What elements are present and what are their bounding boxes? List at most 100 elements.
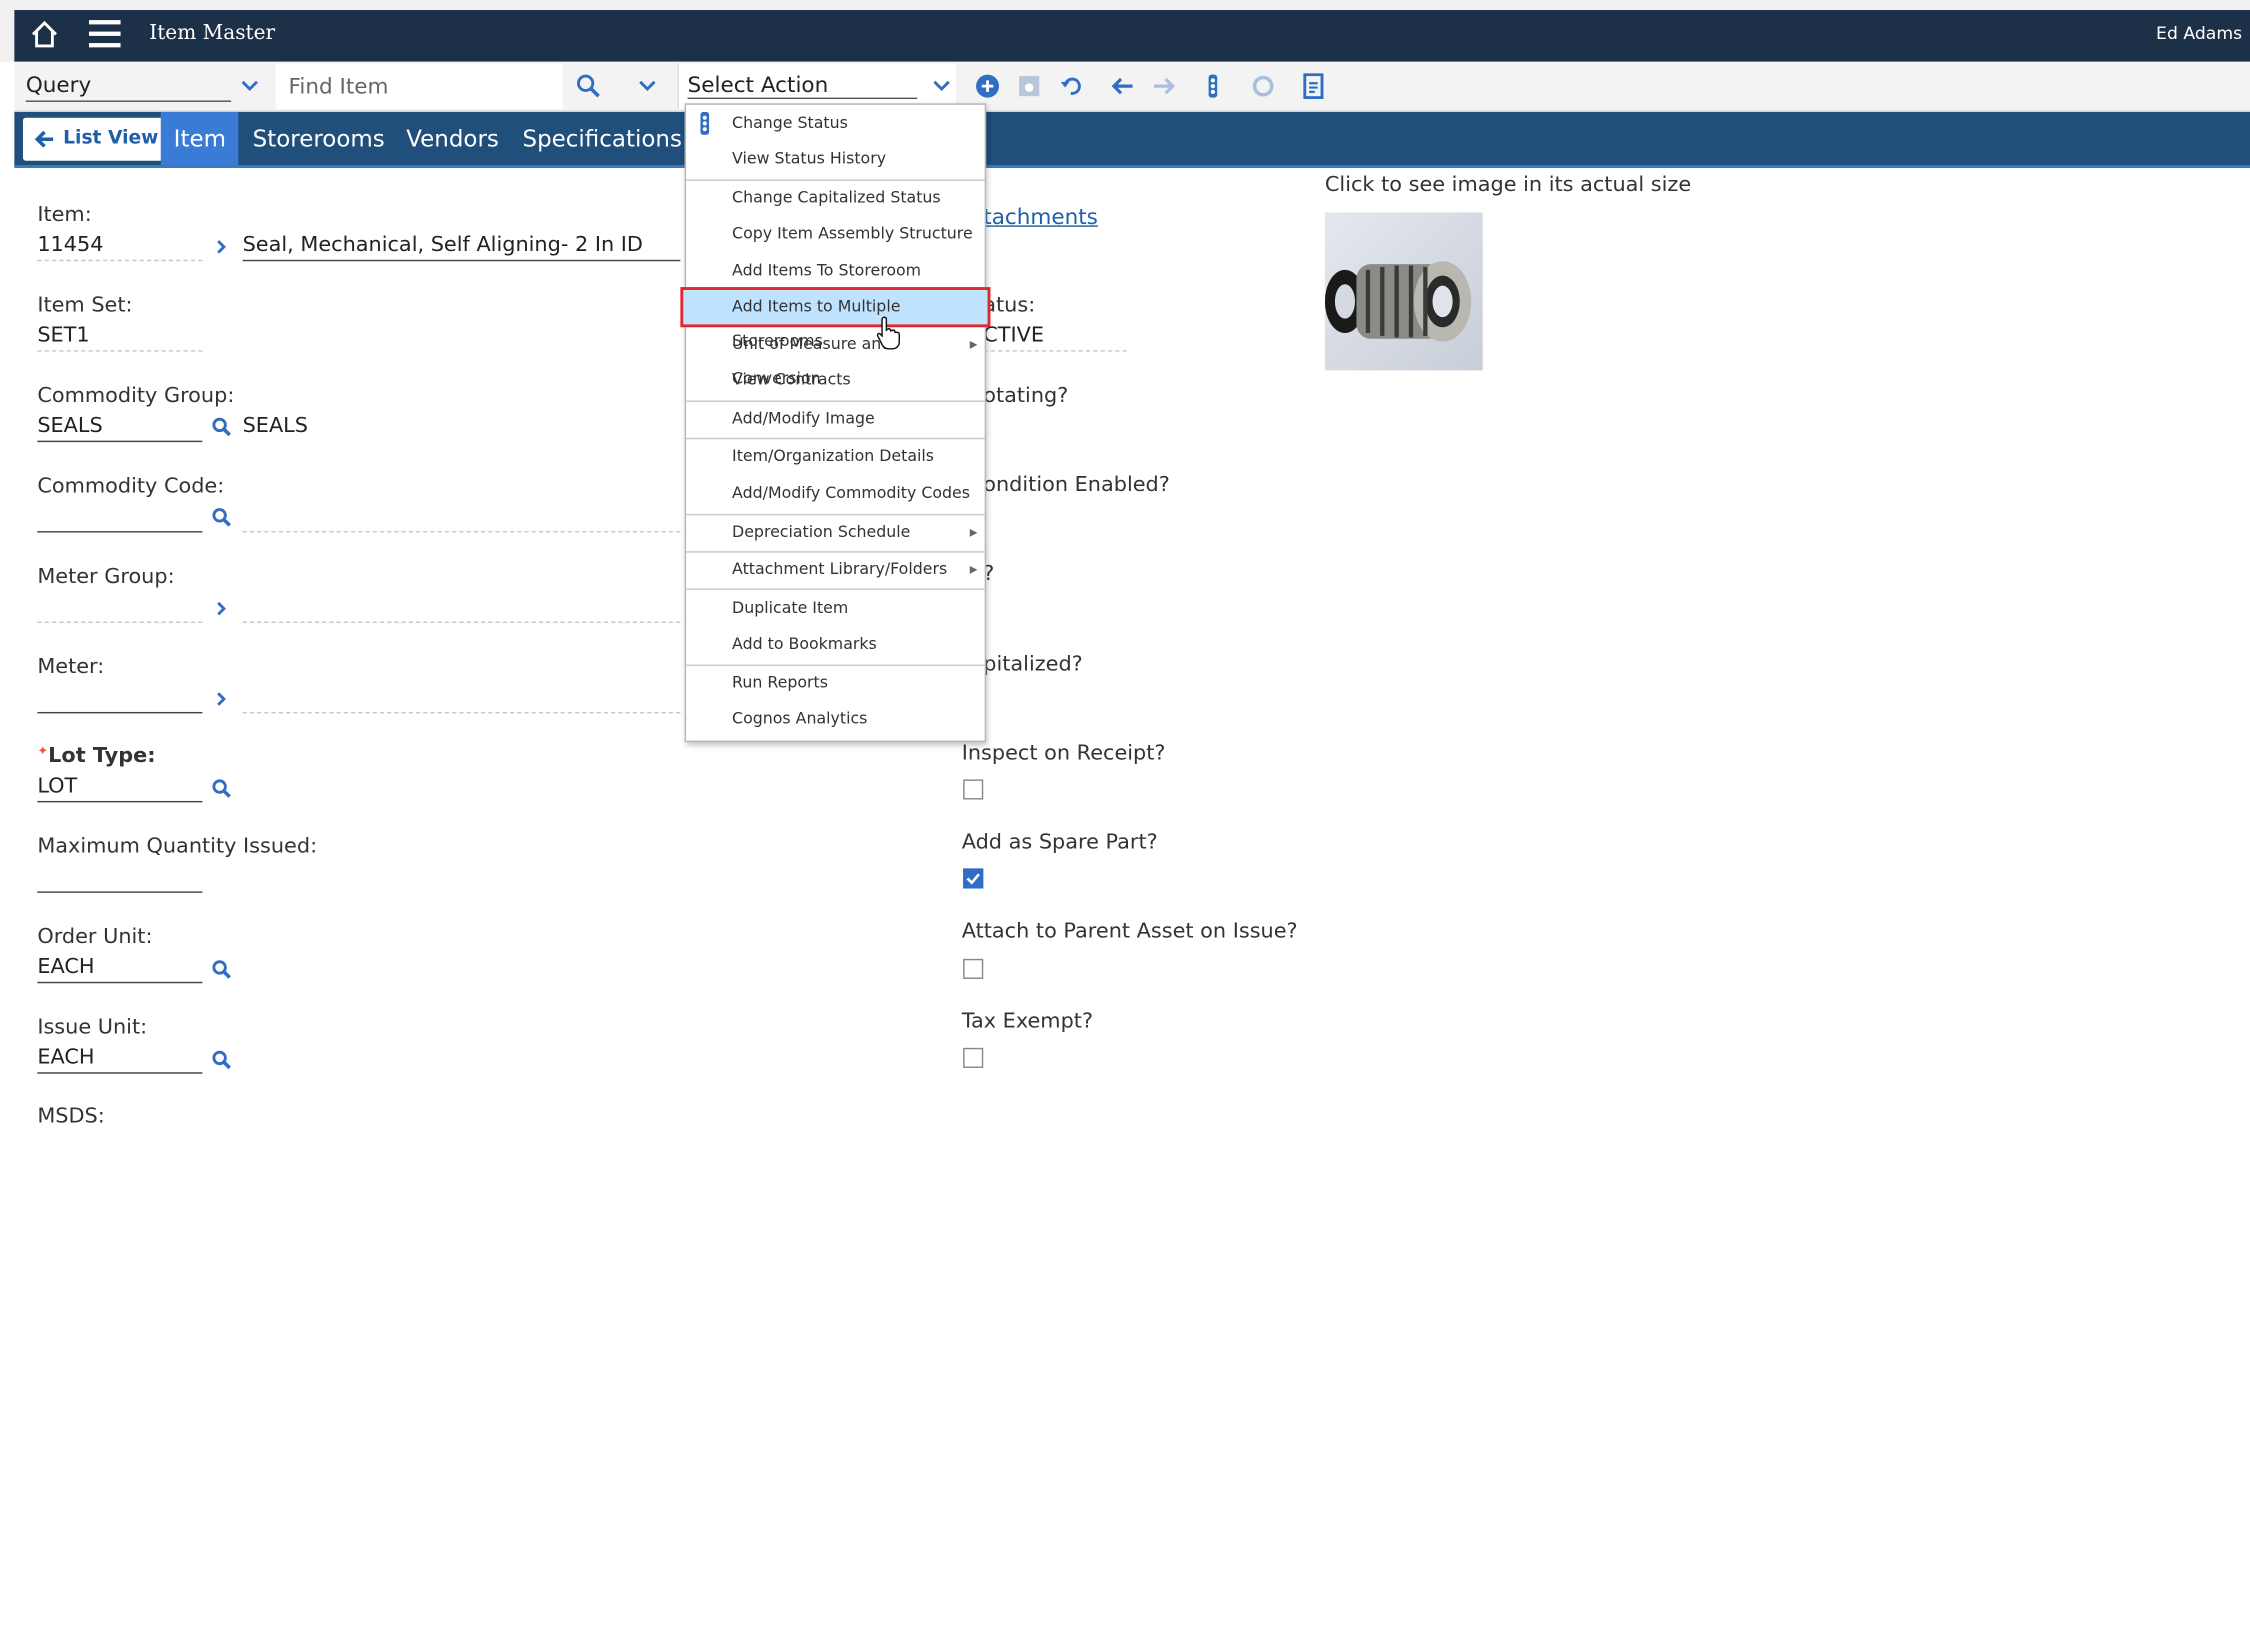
chevron-right-icon[interactable] [211, 599, 231, 619]
chevron-down-icon[interactable] [240, 76, 260, 96]
tab-list-view[interactable]: List View [22, 117, 173, 161]
inspect-on-receipt-checkbox[interactable] [963, 779, 984, 800]
msds-label: MSDS: [37, 1105, 105, 1129]
menu-item-cognos-analytics[interactable]: Cognos Analytics [686, 702, 985, 736]
menu-item-change-capitalized-status[interactable]: Change Capitalized Status [686, 181, 985, 215]
query-select[interactable]: Query [25, 69, 232, 102]
add-as-spare-part-checkbox[interactable] [963, 868, 984, 889]
item-set-field: SET1 [37, 322, 203, 352]
meter-group-description [242, 593, 681, 623]
tab-vendors[interactable]: Vendors [406, 112, 499, 165]
find-item-input[interactable]: Find Item [275, 63, 563, 110]
item-field[interactable]: 11454 [37, 231, 203, 262]
checkmark-icon [966, 873, 980, 885]
lookup-icon[interactable] [211, 1049, 231, 1070]
traffic-light-icon[interactable] [1200, 73, 1226, 99]
attach-parent-asset-label: Attach to Parent Asset on Issue? [961, 920, 1298, 944]
refresh-icon[interactable] [1250, 73, 1276, 99]
tab-bar: List View Item Storerooms Vendors Specif… [14, 111, 2250, 168]
issue-unit-label: Issue Unit: [37, 1016, 148, 1040]
menu-item-add-items-to-storeroom[interactable]: Add Items To Storeroom [686, 254, 985, 288]
commodity-group-field[interactable]: SEALS [37, 412, 203, 443]
save-icon[interactable] [1016, 73, 1042, 99]
lot-type-label-text: Lot Type: [48, 744, 156, 768]
condition-enabled-label: ondition Enabled? [983, 473, 1170, 497]
issue-unit-field[interactable]: EACH [37, 1044, 203, 1074]
tab-specifications[interactable]: Specifications [522, 112, 681, 165]
order-unit-field[interactable]: EACH [37, 953, 203, 984]
menu-item-add-items-to-multiple-storerooms[interactable]: Add Items to Multiple Storerooms [680, 287, 991, 350]
toolbar: Query Find Item Select Action [14, 61, 2250, 112]
menu-item-item-organization-details[interactable]: Item/Organization Details [686, 439, 985, 473]
menu-separator [686, 588, 985, 590]
meter-group-field[interactable] [37, 593, 203, 623]
item-description-field[interactable]: Seal, Mechanical, Self Aligning- 2 In ID [242, 231, 681, 262]
menu-item-add-modify-commodity-codes[interactable]: Add/Modify Commodity Codes [686, 477, 985, 511]
chevron-right-icon[interactable] [211, 689, 231, 709]
chevron-down-icon[interactable] [637, 76, 657, 96]
item-image[interactable] [1324, 212, 1483, 371]
image-caption: Click to see image in its actual size [1324, 173, 1692, 197]
lot-type-field[interactable]: LOT [37, 772, 203, 803]
meter-field[interactable] [37, 683, 203, 714]
max-qty-label: Maximum Quantity Issued: [37, 835, 318, 859]
commodity-group-description: SEALS [242, 414, 309, 438]
menu-item-unit-of-measure-and-conversion[interactable]: Unit of Measure and Conversion ▶ [686, 327, 985, 387]
menu-item-view-contracts[interactable]: View Contracts [686, 363, 985, 397]
menu-item-view-status-history[interactable]: View Status History [686, 142, 985, 176]
menu-item-add-modify-image[interactable]: Add/Modify Image [686, 402, 985, 436]
tab-item[interactable]: Item [160, 111, 239, 166]
menu-item-duplicate-item[interactable]: Duplicate Item [686, 591, 985, 625]
title-bar: Item Master Ed Adams [14, 10, 2250, 62]
report-icon[interactable] [1300, 73, 1326, 100]
hamburger-menu-icon[interactable] [88, 20, 121, 49]
hand-cursor-icon [876, 316, 900, 350]
menu-item-run-reports[interactable]: Run Reports [686, 666, 985, 700]
attachments-link[interactable]: tachments [983, 204, 1098, 230]
max-qty-field[interactable] [37, 863, 203, 893]
rotating-label: otating? [983, 384, 1069, 408]
lookup-icon[interactable] [211, 416, 231, 437]
menu-item-copy-item-assembly-structure[interactable]: Copy Item Assembly Structure [686, 217, 985, 251]
undo-icon[interactable] [1058, 73, 1084, 99]
status-label: atus: [983, 294, 1036, 318]
select-action-dropdown[interactable]: Select Action [677, 63, 956, 110]
menu-item-attachment-library-folders[interactable]: Attachment Library/Folders ▶ [686, 553, 985, 587]
select-action-menu: Change Status View Status History Change… [680, 103, 991, 743]
app-title: Item Master [149, 21, 276, 45]
submenu-arrow-icon: ▶ [969, 564, 978, 576]
item-label: Item: [37, 203, 92, 227]
status-field: CTIVE [983, 322, 1127, 352]
menu-item-change-status[interactable]: Change Status [686, 106, 985, 140]
attach-parent-asset-checkbox[interactable] [963, 958, 984, 979]
user-name[interactable]: Ed Adams [2156, 23, 2242, 43]
tab-list-view-label: List View [63, 127, 159, 150]
home-icon[interactable] [29, 19, 61, 51]
chevron-down-icon[interactable] [932, 76, 952, 96]
menu-item-depreciation-schedule-label: Depreciation Schedule [732, 522, 911, 542]
back-arrow-icon [34, 130, 54, 148]
meter-group-label: Meter Group: [37, 565, 175, 589]
next-arrow-icon[interactable] [1151, 73, 1177, 99]
order-unit-label: Order Unit: [37, 925, 153, 949]
commodity-code-field[interactable] [37, 502, 203, 533]
add-icon[interactable] [975, 73, 1001, 99]
menu-item-attachment-library-label: Attachment Library/Folders [732, 559, 948, 579]
tax-exempt-label: Tax Exempt? [961, 1010, 1094, 1034]
chevron-right-icon[interactable] [211, 237, 231, 257]
commodity-group-label: Commodity Group: [37, 384, 235, 408]
commodity-code-label: Commodity Code: [37, 475, 225, 499]
menu-item-add-to-bookmarks[interactable]: Add to Bookmarks [686, 627, 985, 661]
item-set-label: Item Set: [37, 294, 133, 318]
tab-storerooms[interactable]: Storerooms [253, 112, 385, 165]
tax-exempt-checkbox[interactable] [963, 1047, 984, 1068]
lookup-icon[interactable] [211, 959, 231, 979]
select-action-label: Select Action [687, 72, 918, 100]
menu-item-depreciation-schedule[interactable]: Depreciation Schedule ▶ [686, 515, 985, 549]
previous-arrow-icon[interactable] [1110, 73, 1136, 99]
search-icon[interactable] [571, 69, 605, 103]
submenu-arrow-icon: ▶ [969, 338, 978, 351]
lookup-icon[interactable] [211, 507, 231, 527]
lookup-icon[interactable] [211, 778, 231, 798]
mechanical-seal-image [1324, 261, 1472, 342]
